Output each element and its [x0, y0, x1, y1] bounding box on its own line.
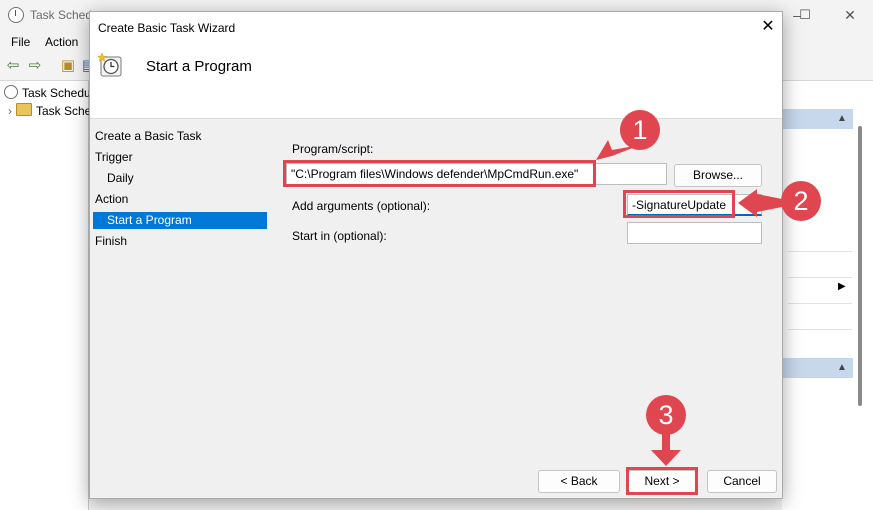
step-finish: Finish	[95, 234, 128, 248]
collapse-icon[interactable]: ▲	[837, 362, 847, 373]
wizard-page-title: Start a Program	[146, 58, 252, 75]
start-in-input[interactable]	[627, 222, 762, 244]
next-button[interactable]: Next >	[628, 470, 696, 493]
callout-2: 2	[781, 181, 821, 221]
tree-item-label: Task Sche	[36, 104, 92, 118]
divider	[788, 303, 852, 304]
step-start-a-program: Start a Program	[93, 212, 267, 229]
divider	[788, 277, 852, 278]
collapse-icon[interactable]: ▲	[837, 113, 847, 124]
cancel-button[interactable]: Cancel	[707, 470, 777, 493]
tree-item-task-scheduler[interactable]: Task Schedule	[4, 84, 100, 102]
divider	[788, 251, 852, 252]
wizard-header: Start a Program	[90, 42, 782, 119]
task-clock-icon	[98, 52, 122, 77]
menu-action[interactable]: Action	[45, 35, 78, 49]
tree-item-task-library[interactable]: › Task Sche	[8, 102, 91, 120]
program-script-input[interactable]: "C:\Program files\Windows defender\MpCmd…	[286, 163, 667, 185]
arguments-label: Add arguments (optional):	[292, 199, 431, 213]
forward-arrow-icon[interactable]: ⇨	[26, 57, 44, 75]
chevron-right-icon[interactable]: ›	[8, 104, 12, 118]
callout-3: 3	[646, 395, 686, 435]
close-icon[interactable]: ✕	[758, 17, 778, 37]
callout-1: 1	[620, 110, 660, 150]
submenu-arrow-icon: ▶	[838, 281, 846, 292]
wizard-steps: Create a Basic Task Trigger Daily Action…	[90, 119, 267, 498]
console-tree: Task Schedule › Task Sche	[0, 81, 100, 510]
dialog-title: Create Basic Task Wizard	[98, 21, 236, 35]
program-script-label: Program/script:	[292, 142, 374, 156]
browse-button[interactable]: Browse...	[674, 164, 762, 187]
start-in-label: Start in (optional):	[292, 229, 387, 243]
menu-file[interactable]: File	[11, 35, 30, 49]
step-create-basic-task: Create a Basic Task	[95, 129, 202, 143]
step-action: Action	[95, 192, 129, 206]
clock-icon	[8, 7, 24, 23]
folder-icon	[16, 103, 32, 116]
back-arrow-icon[interactable]: ⇦	[4, 57, 22, 75]
back-button[interactable]: < Back	[538, 470, 620, 493]
maximize-icon[interactable]: ☐	[794, 8, 816, 22]
close-icon[interactable]: ✕	[835, 8, 865, 22]
step-trigger: Trigger	[95, 150, 133, 164]
divider	[788, 329, 852, 330]
arguments-input[interactable]: -SignatureUpdate	[627, 194, 762, 216]
step-daily: Daily	[107, 171, 134, 185]
scrollbar-thumb[interactable]	[858, 126, 862, 406]
clock-icon	[4, 85, 18, 99]
dialog-title-bar: Create Basic Task Wizard ✕	[90, 12, 782, 42]
folder-up-icon[interactable]: ▣	[59, 57, 77, 75]
